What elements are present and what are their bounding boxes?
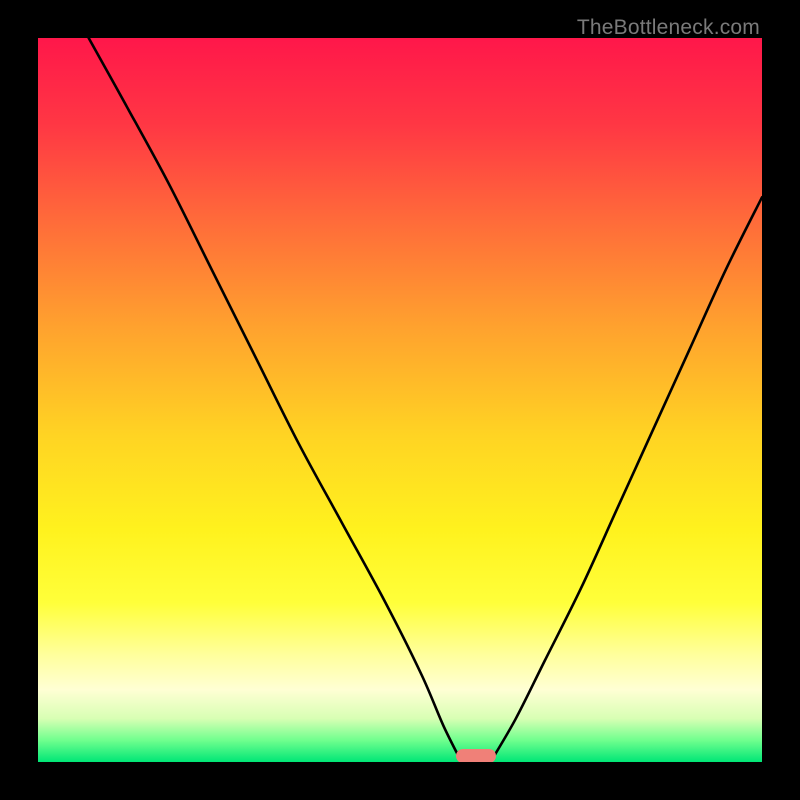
plot-area — [38, 38, 762, 762]
chart-container: TheBottleneck.com — [0, 0, 800, 800]
watermark-text: TheBottleneck.com — [577, 16, 760, 40]
bottleneck-marker — [456, 749, 496, 762]
bottleneck-curve — [38, 38, 762, 762]
